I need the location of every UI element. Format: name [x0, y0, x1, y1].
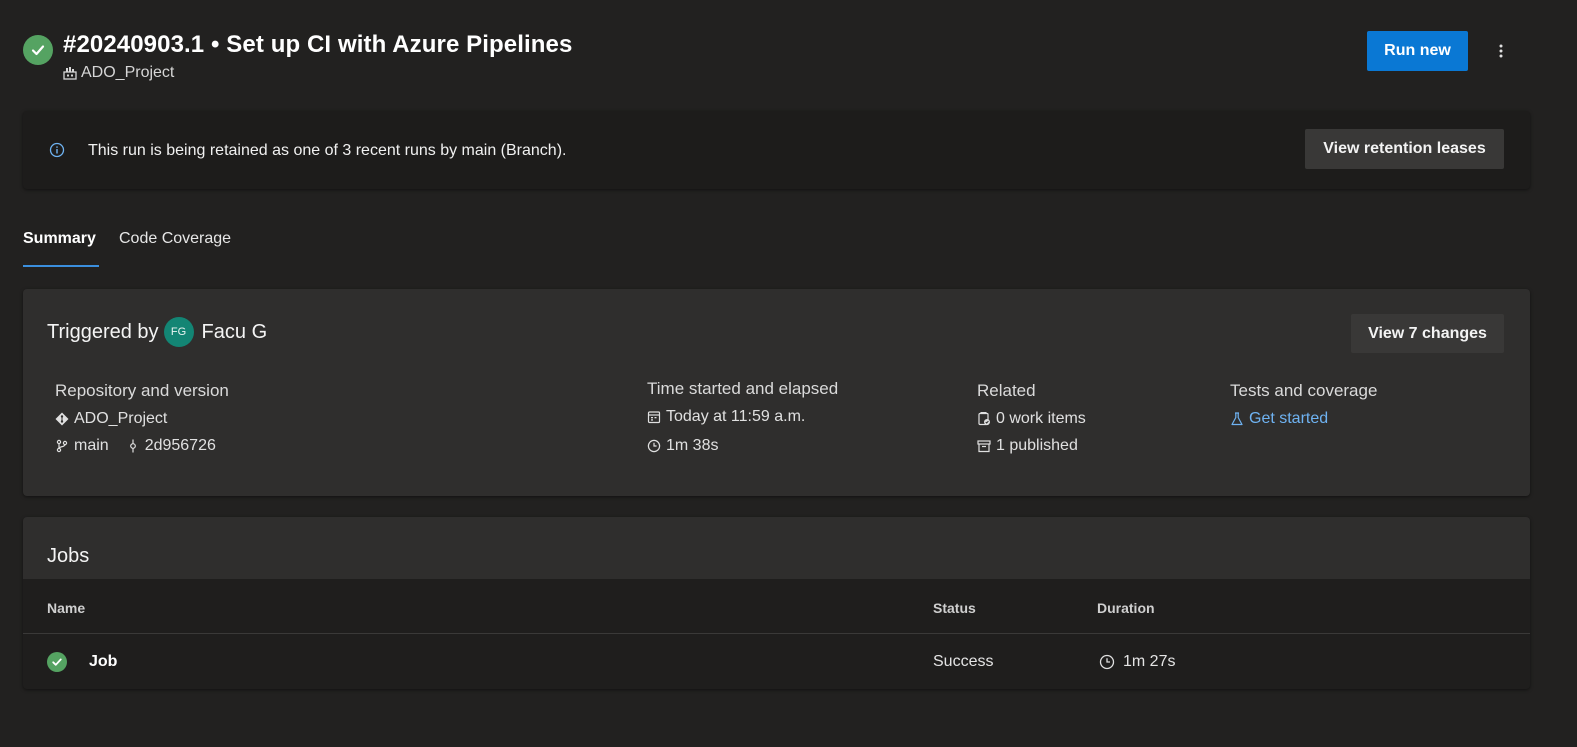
- job-status: Success: [933, 653, 994, 670]
- repository-link[interactable]: ADO_Project: [55, 410, 229, 428]
- elapsed-time: 1m 38s: [647, 437, 838, 455]
- tab-summary[interactable]: Summary: [23, 230, 96, 248]
- work-item-icon: [977, 412, 991, 426]
- avatar[interactable]: FG: [163, 317, 194, 347]
- work-items-link[interactable]: 0 work items: [977, 410, 1086, 428]
- time-heading: Time started and elapsed: [647, 379, 839, 398]
- branch-icon: [55, 439, 69, 453]
- calendar-icon: [647, 410, 661, 424]
- job-name[interactable]: Job: [89, 653, 117, 671]
- job-duration-value: 1m 27s: [1123, 653, 1176, 670]
- column-header-name[interactable]: Name: [47, 600, 85, 616]
- jobs-header: Jobs: [23, 517, 1530, 579]
- active-tab-indicator: [23, 265, 99, 267]
- get-started-label: Get started: [1249, 410, 1329, 427]
- tests-section: Tests and coverage Get started: [1230, 381, 1377, 428]
- column-header-duration[interactable]: Duration: [1097, 600, 1155, 616]
- triggered-by-label: Triggered by: [47, 320, 159, 343]
- more-actions-icon[interactable]: [1486, 36, 1516, 66]
- jobs-title: Jobs: [47, 545, 90, 567]
- summary-card: Triggered by FG Facu G View 7 changes Re…: [23, 289, 1530, 496]
- work-items-count: 0 work items: [996, 410, 1086, 427]
- tests-heading: Tests and coverage: [1230, 381, 1378, 400]
- version-info: main 2d956726: [55, 437, 229, 455]
- run-success-icon: [23, 35, 53, 65]
- project-icon: [63, 66, 77, 80]
- triggering-user[interactable]: Facu G: [202, 321, 268, 344]
- table-divider: [23, 633, 1530, 634]
- pipeline-run-page: #20240903.1 • Set up CI with Azure Pipel…: [0, 0, 1577, 747]
- published-count: 1 published: [996, 437, 1078, 454]
- start-time-value: Today at 11:59 a.m.: [666, 408, 806, 425]
- view-changes-button[interactable]: View 7 changes: [1351, 314, 1504, 353]
- git-repo-icon: [55, 412, 69, 426]
- commit-id[interactable]: 2d956726: [145, 437, 216, 455]
- triggered-by: Triggered by FG Facu G: [47, 317, 267, 347]
- flask-icon: [1230, 412, 1244, 426]
- get-started-link[interactable]: Get started: [1230, 410, 1377, 428]
- artifact-icon: [977, 439, 991, 453]
- column-header-status[interactable]: Status: [933, 600, 976, 616]
- tab-code-coverage[interactable]: Code Coverage: [119, 230, 231, 248]
- clock-icon: [1099, 654, 1115, 670]
- job-success-icon: [47, 652, 67, 672]
- branch-name[interactable]: main: [74, 437, 109, 455]
- time-section: Time started and elapsed Today at 11:59 …: [647, 379, 838, 455]
- related-heading: Related: [977, 381, 1036, 400]
- commit-icon: [126, 439, 140, 453]
- info-icon: [49, 142, 65, 163]
- project-name: ADO_Project: [81, 64, 175, 81]
- repository-heading: Repository and version: [55, 381, 229, 400]
- start-time: Today at 11:59 a.m.: [647, 408, 838, 426]
- project-breadcrumb[interactable]: ADO_Project: [63, 64, 174, 82]
- jobs-card: Jobs Name Status Duration Job Success 1m…: [23, 517, 1530, 689]
- published-link[interactable]: 1 published: [977, 437, 1086, 455]
- page-title: #20240903.1 • Set up CI with Azure Pipel…: [63, 31, 573, 58]
- view-retention-leases-button[interactable]: View retention leases: [1305, 129, 1504, 169]
- repository-name: ADO_Project: [74, 410, 168, 427]
- elapsed-time-value: 1m 38s: [666, 437, 719, 454]
- related-section: Related 0 work items 1 published: [977, 381, 1086, 455]
- retention-banner: This run is being retained as one of 3 r…: [23, 111, 1530, 189]
- run-new-button[interactable]: Run new: [1367, 31, 1468, 71]
- repository-section: Repository and version ADO_Project main …: [55, 381, 229, 455]
- job-duration: 1m 27s: [1099, 653, 1175, 671]
- clock-icon: [647, 439, 661, 453]
- retention-message: This run is being retained as one of 3 r…: [88, 142, 567, 159]
